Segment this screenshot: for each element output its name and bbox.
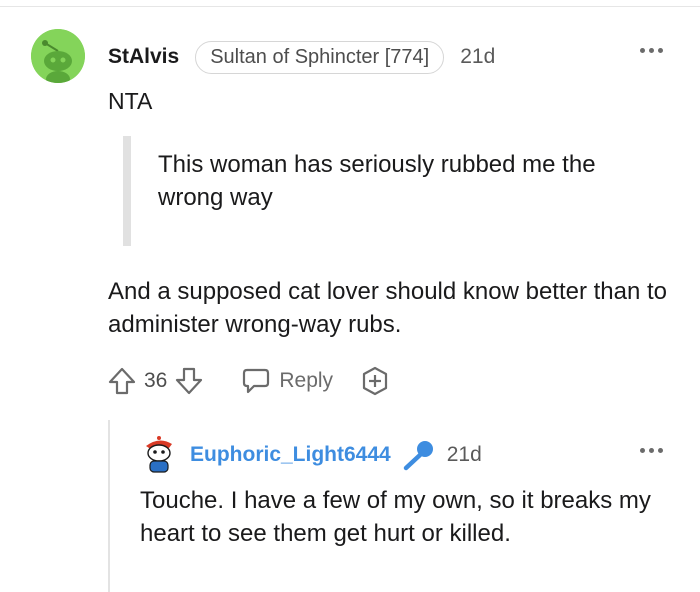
username[interactable]: Euphoric_Light6444 <box>190 443 391 467</box>
comment-actions: 36 Reply <box>106 364 391 398</box>
award-button[interactable] <box>359 365 391 397</box>
speech-bubble-icon <box>243 368 270 394</box>
comment-body: And a supposed cat lover should know bet… <box>108 278 668 338</box>
blockquote-text: This woman has seriously rubbed me the w… <box>158 151 596 211</box>
more-options-icon[interactable] <box>640 444 666 456</box>
vote-score: 36 <box>144 369 168 392</box>
comment-age: 21d <box>446 443 482 466</box>
snoo-avatar-icon <box>31 29 85 83</box>
reply-label: Reply <box>279 369 334 392</box>
avatar[interactable] <box>142 434 176 474</box>
reply-button[interactable]: Reply <box>241 367 333 395</box>
user-flair: Sultan of Sphincter [774] <box>195 40 445 74</box>
downvote-arrow-icon[interactable] <box>173 365 205 397</box>
more-options-icon[interactable] <box>640 44 666 56</box>
comment-header: StAlvis Sultan of Sphincter [774] 21d <box>108 38 495 76</box>
blockquote-bar <box>123 136 131 246</box>
award-plus-icon <box>362 366 388 396</box>
reply-body: Touche. I have a few of my own, so it br… <box>140 487 651 547</box>
divider <box>0 6 700 7</box>
upvote-arrow-icon[interactable] <box>106 365 138 397</box>
thread-line[interactable] <box>108 420 110 592</box>
comment-thread: StAlvis Sultan of Sphincter [774] 21d NT… <box>0 0 700 592</box>
username[interactable]: StAlvis <box>108 45 179 69</box>
comment-age: 21d <box>460 45 496 68</box>
reply-header: Euphoric_Light6444 21d <box>190 440 482 471</box>
avatar[interactable] <box>31 29 85 83</box>
snoo-avatar-icon <box>146 436 172 473</box>
verdict-text: NTA <box>108 88 153 114</box>
microphone-icon <box>403 441 433 471</box>
